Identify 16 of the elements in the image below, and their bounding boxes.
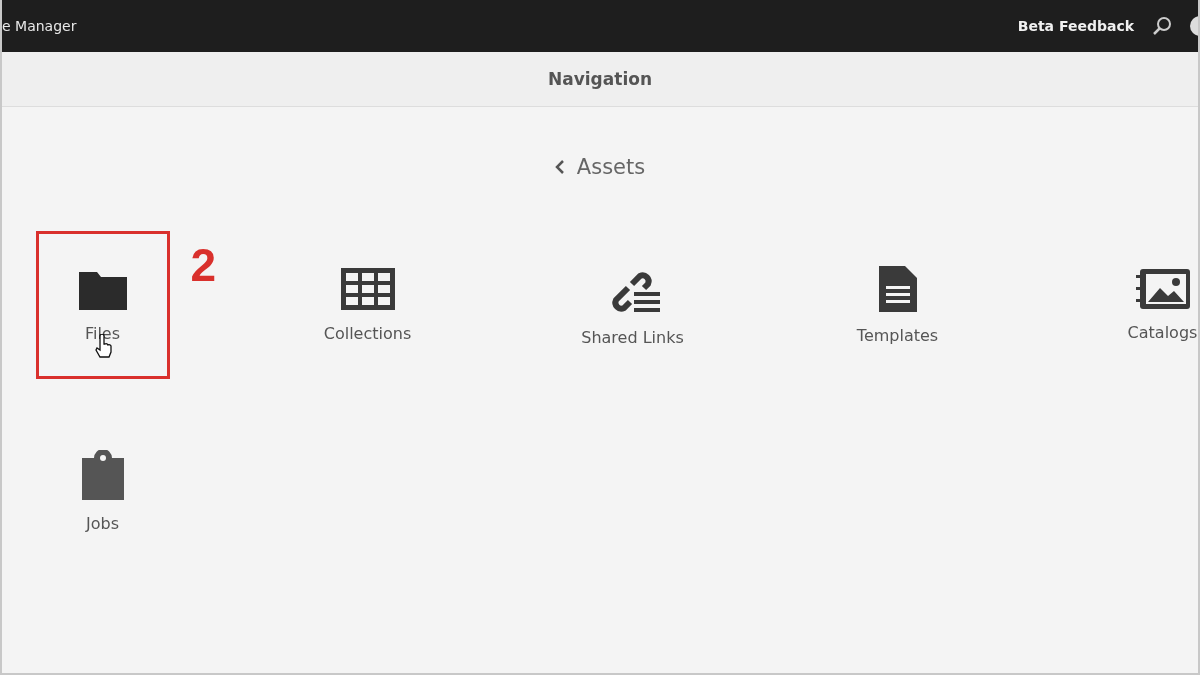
grid-icon [340, 267, 395, 310]
feedback-link[interactable]: Beta Feedback [1017, 18, 1134, 34]
app-title: e Manager [2, 18, 78, 34]
search-icon[interactable] [1152, 16, 1172, 36]
nav-tile[interactable]: Jobs [35, 417, 170, 565]
step-number: 2 [190, 238, 217, 292]
nav-tile[interactable]: Catalogs [1095, 231, 1198, 379]
nav-tile[interactable]: Collections [300, 231, 435, 379]
nav-tile[interactable]: Shared Links [565, 231, 700, 379]
image-book-icon [1135, 268, 1190, 309]
document-icon [878, 265, 917, 312]
back-link[interactable]: Assets [554, 155, 646, 179]
chevron-left-icon [554, 159, 565, 175]
header-title: Navigation [548, 69, 652, 89]
nav-tile[interactable]: Templates [830, 231, 965, 379]
clipboard-icon [81, 449, 124, 500]
